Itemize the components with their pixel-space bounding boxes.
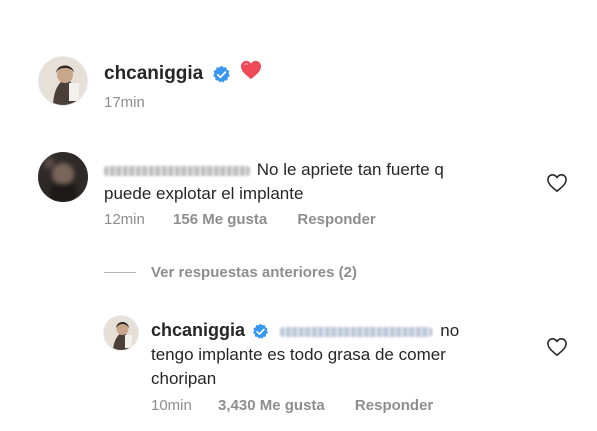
caption-time: 17min	[104, 94, 145, 111]
reply-time: 10min	[151, 397, 192, 414]
caption-header: chcaniggia	[104, 60, 262, 86]
comment-text-line-1: No le apriete tan fuerte q	[256, 160, 444, 179]
reply-line-1: chcaniggia no	[151, 318, 459, 343]
reply-avatar[interactable]	[103, 315, 139, 351]
comment-meta: 12min 156 Me gusta Responder	[104, 211, 376, 228]
red-heart-emoji	[240, 60, 262, 88]
reply-avatar-photo	[104, 316, 138, 350]
reply-text-line-1-end: no	[440, 321, 460, 340]
commenter-avatar-blurred	[38, 152, 88, 202]
comment-body: No le apriete tan fuerte q puede explota…	[104, 158, 444, 206]
comment-text-line-2: puede explotar el implante	[104, 184, 304, 203]
commenter-avatar[interactable]	[38, 152, 88, 202]
comment-reply-button[interactable]: Responder	[297, 211, 375, 228]
reply-reply-button[interactable]: Responder	[355, 397, 433, 414]
commenter-username-blurred[interactable]	[104, 165, 250, 176]
caption-username[interactable]: chcaniggia	[104, 63, 203, 84]
comment-likes[interactable]: 156 Me gusta	[173, 211, 267, 228]
reply-body: chcaniggia no tengo implante es todo gra…	[151, 318, 459, 391]
reply-text-line-2: tengo implante es todo grasa de comer	[151, 345, 446, 364]
replies-divider-line	[104, 272, 136, 273]
reply-text-line-3: choripan	[151, 369, 217, 388]
reply-mention-blurred[interactable]	[279, 326, 432, 337]
caption-avatar[interactable]	[38, 56, 88, 106]
heart-outline-icon	[547, 174, 567, 192]
reply-username[interactable]: chcaniggia	[151, 320, 245, 340]
red-heart-emoji-glyph	[240, 60, 261, 80]
reply-like-button[interactable]	[546, 337, 568, 362]
reply-likes[interactable]: 3,430 Me gusta	[218, 397, 325, 414]
view-previous-replies[interactable]: Ver respuestas anteriores (2)	[151, 264, 357, 281]
comment-line-1: No le apriete tan fuerte q	[104, 158, 444, 182]
reply-verified-badge-icon	[252, 323, 268, 339]
verified-badge-icon	[212, 65, 230, 83]
reply-meta: 10min 3,430 Me gusta Responder	[151, 397, 433, 414]
avatar-photo	[39, 57, 87, 105]
comment-time: 12min	[104, 211, 145, 228]
comment-like-button[interactable]	[546, 173, 568, 198]
heart-outline-icon	[547, 338, 567, 356]
